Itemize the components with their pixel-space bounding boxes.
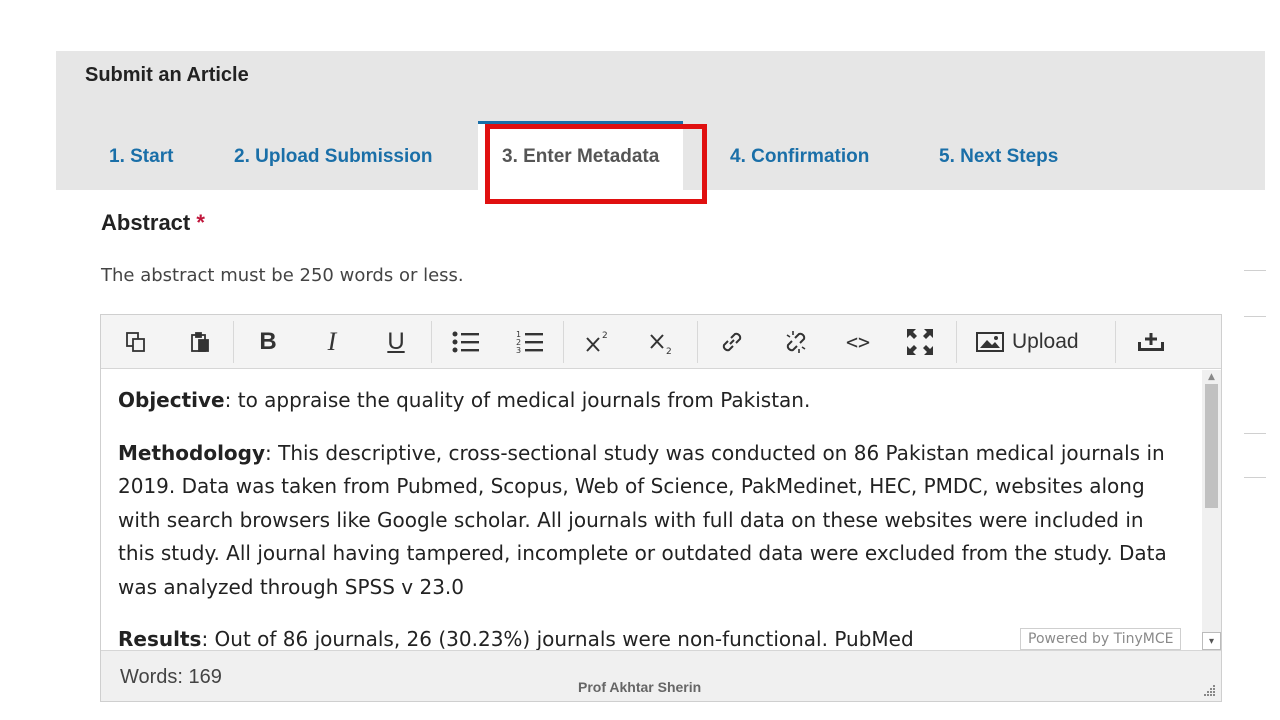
fullscreen-icon[interactable] (901, 323, 939, 361)
footer-credit: Prof Akhtar Sherin (578, 679, 702, 695)
editor-content[interactable]: Objective: to appraise the quality of me… (101, 370, 1199, 650)
methodology-paragraph: Methodology: This descriptive, cross-sec… (118, 437, 1183, 605)
abstract-editor: B I U 1 2 3 2 2 <> Upload Objective: to … (100, 314, 1222, 702)
numbered-list-icon[interactable]: 1 2 3 (511, 323, 549, 361)
objective-text: : to appraise the quality of medical jou… (224, 388, 811, 412)
objective-paragraph: Objective: to appraise the quality of me… (118, 384, 1183, 418)
powered-by-tinymce[interactable]: Powered by TinyMCE (1020, 628, 1182, 650)
subscript-icon[interactable]: 2 (643, 323, 681, 361)
scroll-up-arrow-icon[interactable]: ▲ (1202, 370, 1221, 384)
toolbar-separator (431, 321, 432, 363)
svg-text:2: 2 (602, 331, 608, 341)
objective-label: Objective (118, 388, 225, 412)
divider (1244, 477, 1266, 478)
underline-button[interactable]: U (377, 323, 415, 361)
wizard-tabs: 1. Start 2. Upload Submission 3. Enter M… (56, 121, 1265, 190)
divider (1244, 316, 1266, 317)
toolbar-separator (956, 321, 957, 363)
divider (1244, 433, 1266, 434)
abstract-label-text: Abstract (101, 210, 191, 235)
svg-text:3: 3 (516, 346, 521, 355)
unlink-icon[interactable] (777, 323, 815, 361)
upload-label: Upload (1012, 330, 1079, 353)
insert-icon[interactable] (1131, 323, 1169, 361)
results-label: Results (118, 627, 202, 650)
toolbar-separator (697, 321, 698, 363)
upload-button[interactable]: Upload (976, 323, 1079, 361)
editor-toolbar: B I U 1 2 3 2 2 <> Upload (101, 315, 1221, 369)
toolbar-separator (563, 321, 564, 363)
bold-button[interactable]: B (249, 323, 287, 361)
scroll-thumb[interactable] (1205, 384, 1218, 508)
toolbar-separator (233, 321, 234, 363)
italic-button[interactable]: I (313, 323, 351, 361)
word-count: Words: 169 (120, 666, 222, 688)
tab-enter-metadata[interactable]: 3. Enter Metadata (478, 121, 684, 190)
resize-handle-icon[interactable] (1202, 683, 1216, 697)
methodology-label: Methodology (118, 440, 266, 465)
results-text: : Out of 86 journals, 26 (30.23%) journa… (201, 627, 914, 650)
tab-next-steps[interactable]: 5. Next Steps (939, 121, 1058, 190)
tab-confirmation[interactable]: 4. Confirmation (730, 121, 869, 190)
superscript-icon[interactable]: 2 (579, 323, 617, 361)
paste-icon[interactable] (181, 323, 219, 361)
tab-start[interactable]: 1. Start (109, 121, 173, 190)
bullet-list-icon[interactable] (447, 323, 485, 361)
editor-scrollbar[interactable]: ▲ ▾ (1202, 370, 1221, 650)
svg-text:2: 2 (666, 347, 672, 355)
image-icon (976, 332, 1004, 352)
abstract-label: Abstract * (101, 210, 205, 236)
copy-icon[interactable] (117, 323, 155, 361)
scroll-down-arrow-icon[interactable]: ▾ (1202, 632, 1221, 650)
required-marker: * (196, 210, 205, 235)
tab-upload-submission[interactable]: 2. Upload Submission (234, 121, 432, 190)
methodology-text: : This descriptive, cross-sectional stud… (118, 440, 1167, 599)
link-icon[interactable] (713, 323, 751, 361)
abstract-description: The abstract must be 250 words or less. (101, 265, 464, 286)
toolbar-separator (1115, 321, 1116, 363)
code-button[interactable]: <> (839, 323, 877, 361)
page-title: Submit an Article (85, 64, 249, 86)
divider (1244, 270, 1266, 271)
